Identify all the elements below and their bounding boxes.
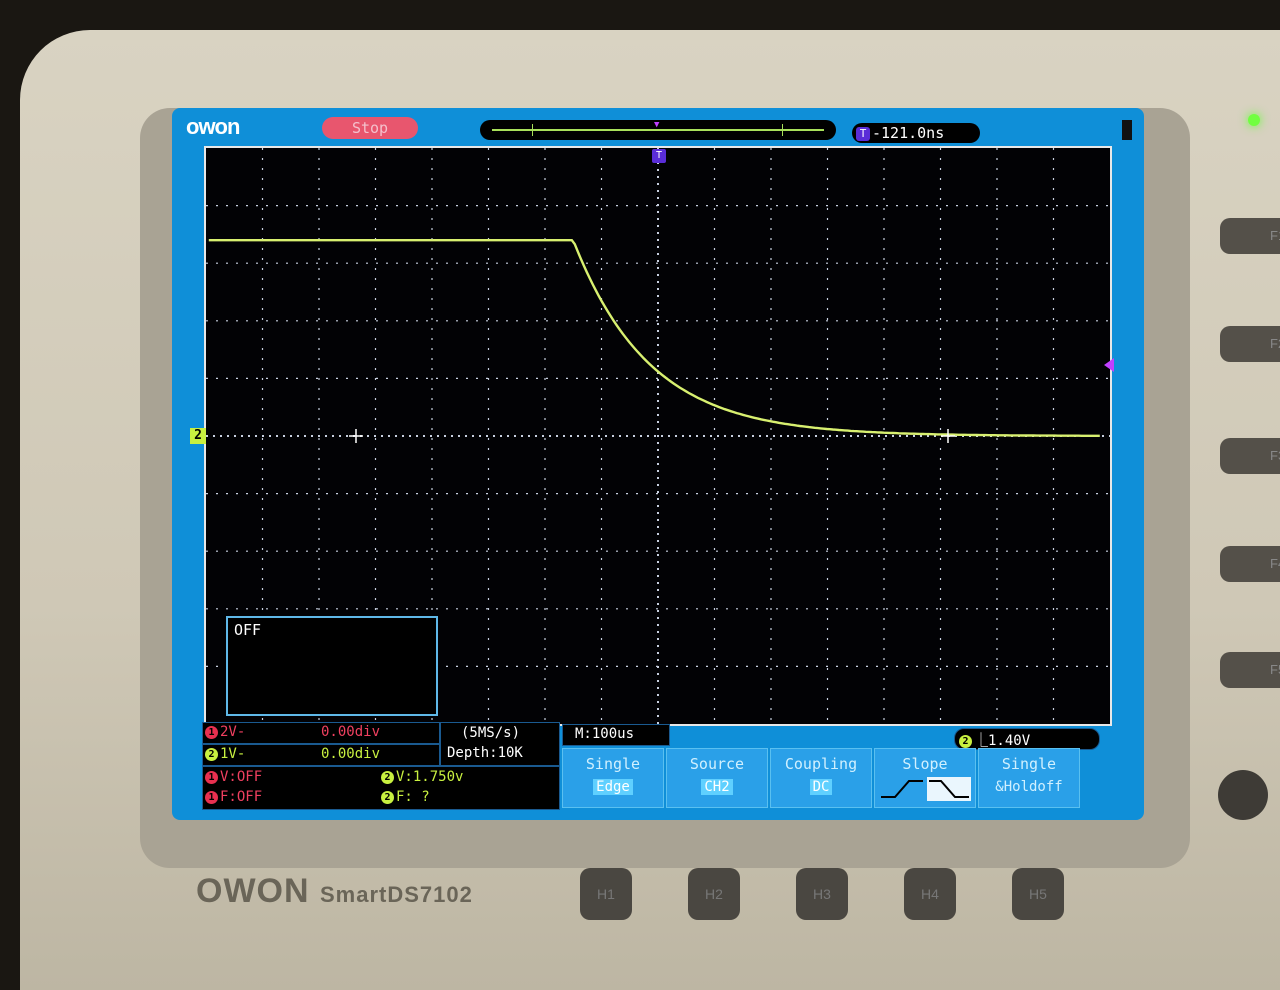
brand-model-label: OWON SmartDS7102: [196, 872, 473, 911]
side-key-f4[interactable]: F4: [1220, 546, 1280, 582]
cursor-cross-left: [349, 429, 363, 443]
ch2-v-value: 0.00div: [321, 724, 381, 740]
measurement-readout: 1 V:OFF 1 F:OFF 2 V:1.750v 2 F: ?: [202, 766, 560, 810]
trigger-level-status[interactable]: 2 ⎿1.40V: [954, 728, 1100, 750]
ch2-freq: F: ?: [396, 789, 430, 805]
memory-window-right: [782, 124, 783, 136]
menu-title: Source: [689, 755, 745, 773]
trigger-offset-readout[interactable]: T -121.0ns: [852, 123, 980, 143]
memory-position-bar[interactable]: ▼: [480, 120, 836, 140]
ch-icon: 2: [959, 734, 972, 748]
timebase-status[interactable]: M:100us: [562, 724, 670, 746]
ch-icon: 2: [381, 790, 394, 804]
menu-item-holdoff[interactable]: Single &Holdoff: [978, 748, 1080, 808]
trigger-offset-icon: T: [856, 126, 870, 141]
slope-rise-fall-icon: [881, 777, 971, 801]
ch2-vertical-status[interactable]: 1 2V- 0.00div: [202, 722, 440, 744]
menu-value: Edge: [593, 779, 633, 795]
ch1-v-value: 0.00div: [321, 746, 381, 762]
measure-panel: OFF: [226, 616, 438, 716]
power-led: [1248, 114, 1260, 126]
menu-title: Coupling: [784, 755, 858, 773]
ch2-trace: [208, 238, 1100, 437]
softkey-h3[interactable]: H3: [796, 868, 848, 920]
softkey-h5[interactable]: H5: [1012, 868, 1064, 920]
model-label: SmartDS7102: [320, 882, 473, 907]
side-key-f5[interactable]: F5: [1220, 652, 1280, 688]
trigger-position-marker[interactable]: T: [652, 149, 666, 163]
ch1-freq: F:OFF: [220, 789, 263, 805]
trigger-slope-icon: ⎿: [974, 733, 988, 749]
menu-value: &Holdoff: [995, 779, 1063, 795]
memory-window-left: [532, 124, 533, 136]
menu-value: CH2: [701, 779, 733, 795]
menu-item-source[interactable]: Source CH2: [666, 748, 768, 808]
lcd-screen: owon Stop ▼ T -121.0ns 2 T OFF 1 2V- 0.00d…: [172, 108, 1144, 820]
run-state-badge[interactable]: Stop: [322, 117, 418, 139]
memory-trigger-icon: ▼: [654, 120, 660, 130]
menu-title: Single: [1001, 755, 1057, 773]
menu-item-coupling[interactable]: Coupling DC: [770, 748, 872, 808]
ch-icon: 2: [381, 770, 394, 784]
trigger-level-value: 1.40V: [988, 733, 1031, 749]
side-key-f3[interactable]: F3: [1220, 438, 1280, 474]
ch1-vertical-status[interactable]: 2 1V- 0.00div: [202, 744, 440, 766]
cursor-cross-right: [941, 429, 955, 443]
ch-icon: 2: [205, 747, 218, 761]
acquisition-status[interactable]: (5MS/s) Depth:10K: [440, 722, 560, 766]
softkey-h1[interactable]: H1: [580, 868, 632, 920]
trigger-level-marker-icon[interactable]: [1104, 358, 1114, 372]
menu-item-type[interactable]: Single Edge: [562, 748, 664, 808]
ch2-voltage: V:1.750v: [396, 769, 464, 785]
battery-icon: [1122, 120, 1132, 140]
screen-logo: owon: [186, 114, 240, 139]
sample-rate: (5MS/s): [461, 725, 521, 741]
ch-icon: 1: [205, 790, 218, 804]
side-key-f2[interactable]: F2: [1220, 326, 1280, 362]
ch2-ground-marker[interactable]: 2: [190, 428, 206, 444]
measure-panel-label: OFF: [234, 621, 262, 639]
softkey-h4[interactable]: H4: [904, 868, 956, 920]
trigger-offset-value: -121.0ns: [872, 124, 945, 142]
ch-icon: 1: [205, 770, 218, 784]
menu-item-slope[interactable]: Slope: [874, 748, 976, 808]
ch-icon: 1: [205, 725, 218, 739]
memory-depth: Depth:10K: [447, 745, 523, 761]
ch1-voltage: V:OFF: [220, 769, 263, 785]
menu-title: Slope: [902, 755, 948, 773]
multipurpose-knob[interactable]: [1218, 770, 1268, 820]
brand-logo: OWON: [196, 872, 310, 910]
timebase-value: M:100us: [575, 726, 635, 742]
menu-title: Single: [585, 755, 641, 773]
softkey-h2[interactable]: H2: [688, 868, 740, 920]
ch1-v-label: 1V-: [220, 746, 246, 762]
menu-value: DC: [809, 779, 833, 795]
ch2-v-label: 2V-: [220, 724, 246, 740]
side-key-f1[interactable]: F1: [1220, 218, 1280, 254]
